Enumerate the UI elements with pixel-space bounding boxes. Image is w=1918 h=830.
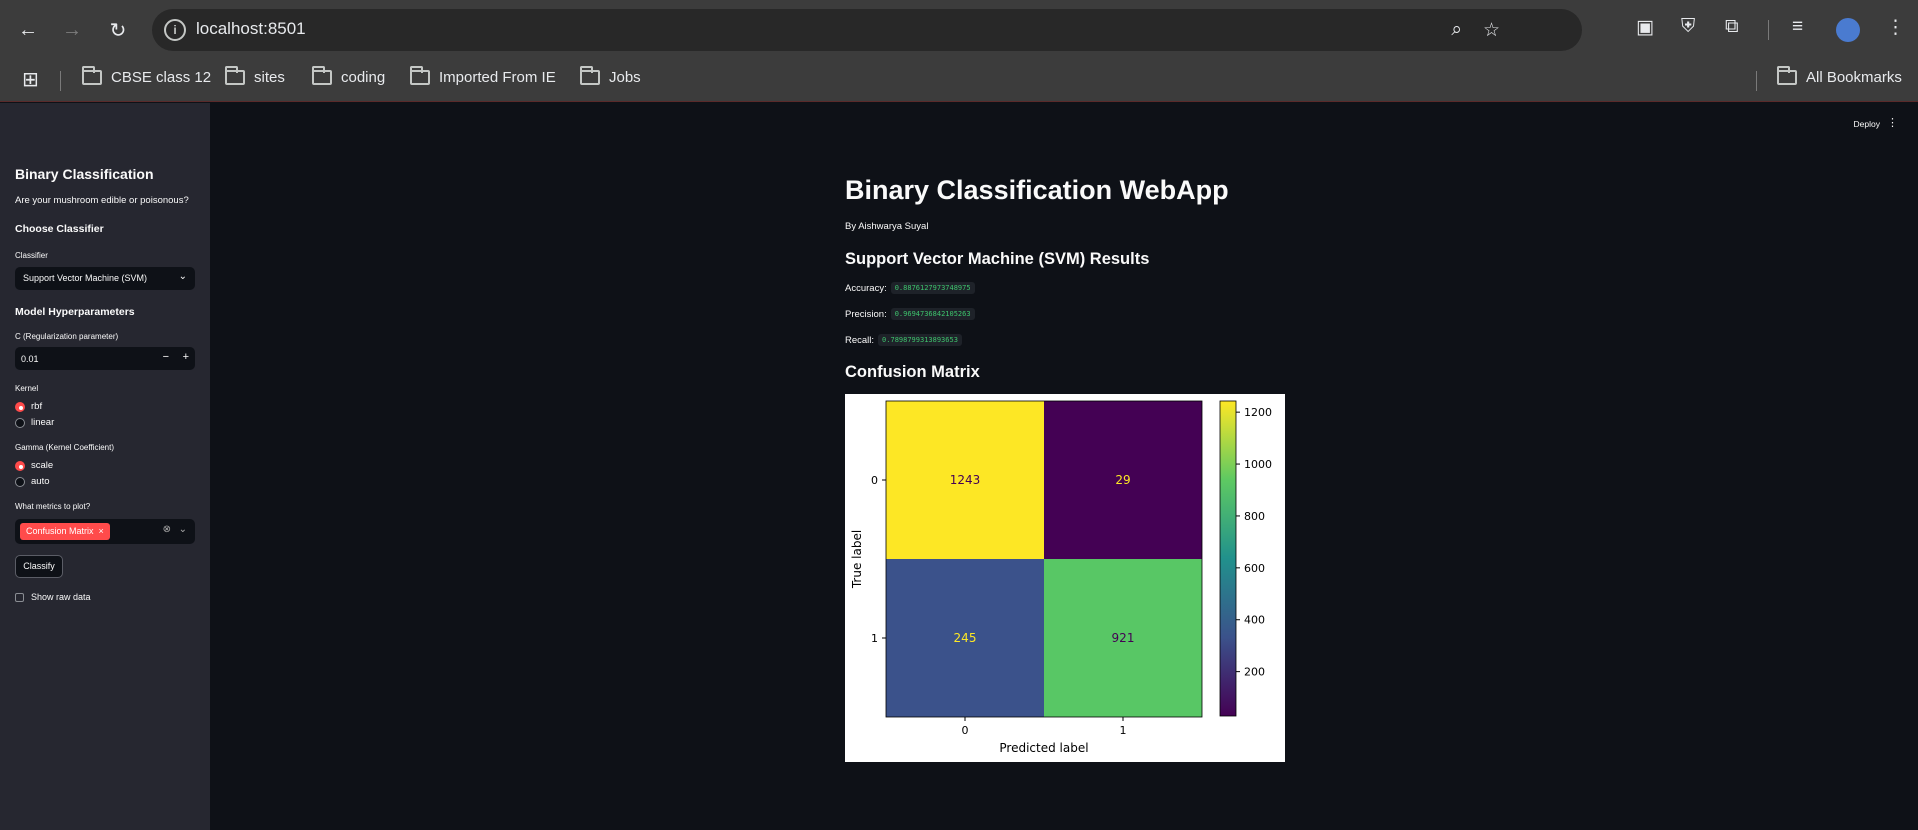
- bookmark-sites[interactable]: sites: [225, 66, 285, 86]
- results-heading: Support Vector Machine (SVM) Results: [845, 250, 1150, 268]
- classify-button[interactable]: Classify: [15, 555, 63, 578]
- bookmark-coding[interactable]: coding: [312, 66, 385, 86]
- radio-selected-icon: [15, 401, 25, 412]
- extensions-icon[interactable]: ⧉: [1725, 16, 1739, 38]
- star-icon[interactable]: ☆: [1483, 19, 1500, 42]
- chevron-down-icon[interactable]: ⌄: [179, 524, 187, 535]
- page-title: Binary Classification WebApp: [845, 175, 1229, 205]
- reload-icon[interactable]: ↻: [102, 14, 134, 46]
- radio-icon: [15, 476, 25, 487]
- forward-icon[interactable]: →: [56, 14, 88, 46]
- site-info-icon[interactable]: i: [164, 19, 186, 41]
- kebab-icon[interactable]: ⋮: [1887, 116, 1898, 129]
- hyperparameters-heading: Model Hyperparameters: [15, 306, 135, 318]
- menu-icon[interactable]: ⋮: [1886, 16, 1905, 39]
- bookmark-jobs[interactable]: Jobs: [580, 66, 641, 86]
- colorbar: [1219, 400, 1237, 717]
- radio-selected-icon: [15, 460, 25, 471]
- classifier-label: Classifier: [15, 251, 48, 260]
- url-text: localhost:8501: [196, 19, 306, 38]
- bookmarks-divider: [1756, 71, 1757, 91]
- confusion-matrix-heading: Confusion Matrix: [845, 363, 980, 381]
- kernel-option-linear[interactable]: linear: [15, 417, 54, 428]
- cm-value-label: 921: [1112, 631, 1135, 645]
- cast-icon[interactable]: ▣: [1636, 16, 1654, 39]
- colorbar-tick-label: 800: [1244, 510, 1265, 523]
- all-bookmarks[interactable]: All Bookmarks: [1777, 66, 1902, 86]
- y-axis-label: True label: [850, 530, 864, 589]
- radio-icon: [15, 417, 25, 428]
- gamma-option-scale[interactable]: scale: [15, 460, 53, 471]
- y-tick-label: 1: [871, 632, 878, 645]
- author-text: By Aishwarya Suyal: [845, 221, 929, 232]
- sidebar: Binary Classification Are your mushroom …: [0, 103, 210, 830]
- sidebar-title: Binary Classification: [15, 166, 154, 182]
- decrement-button[interactable]: −: [163, 351, 169, 363]
- accuracy-value: 0.8876127973748975: [890, 282, 975, 294]
- y-tick-label: 0: [871, 474, 878, 487]
- close-icon[interactable]: ×: [99, 523, 104, 540]
- shield-icon[interactable]: ⛨: [1681, 16, 1695, 38]
- folder-icon: [410, 66, 430, 85]
- checkbox-icon: [15, 592, 24, 602]
- precision-row: Precision: 0.9694736842105263: [845, 308, 975, 320]
- confusion-matrix-chart: 1243 29 245 921 200 400 600 800 1000 1200 0 1 0 1 Pr…: [850, 400, 1272, 755]
- media-icon[interactable]: ≡: [1792, 16, 1803, 38]
- apps-icon[interactable]: ⊞: [22, 67, 39, 92]
- chevron-down-icon: ⌄: [178, 271, 187, 282]
- metric-tag-confusion-matrix[interactable]: Confusion Matrix ×: [20, 523, 110, 540]
- colorbar-tick-label: 600: [1244, 562, 1265, 575]
- classifier-select[interactable]: Support Vector Machine (SVM) ⌄: [15, 267, 195, 290]
- avatar[interactable]: [1836, 18, 1860, 42]
- precision-value: 0.9694736842105263: [890, 308, 975, 320]
- zoom-icon[interactable]: ⌕: [1451, 19, 1462, 41]
- metrics-multiselect[interactable]: Confusion Matrix × ⊗ ⌄: [15, 519, 195, 544]
- sidebar-subtitle: Are your mushroom edible or poisonous?: [15, 195, 189, 206]
- x-axis-label: Predicted label: [999, 741, 1088, 755]
- metrics-label: What metrics to plot?: [15, 502, 91, 511]
- kernel-label: Kernel: [15, 384, 39, 393]
- browser-toolbar: ← → ↻ i localhost:8501 ⌕ ☆ ▣ ⛨ ⧉ ≡ ⋮: [0, 0, 1918, 59]
- choose-classifier-heading: Choose Classifier: [15, 223, 104, 235]
- colorbar-tick-label: 1200: [1244, 406, 1272, 419]
- folder-icon: [1777, 66, 1797, 85]
- address-bar[interactable]: i localhost:8501 ⌕ ☆: [152, 9, 1582, 51]
- clear-icon[interactable]: ⊗: [163, 524, 171, 535]
- x-tick-label: 1: [1120, 724, 1127, 737]
- deploy-button[interactable]: Deploy: [1854, 119, 1880, 129]
- gamma-label: Gamma (Kernel Coefficient): [15, 443, 114, 452]
- x-tick-label: 0: [962, 724, 969, 737]
- bookmarks-divider: [60, 71, 61, 91]
- show-raw-data-checkbox[interactable]: Show raw data: [15, 592, 91, 602]
- kernel-option-rbf[interactable]: rbf: [15, 401, 42, 412]
- folder-icon: [312, 66, 332, 85]
- cm-value-label: 1243: [950, 473, 981, 487]
- gamma-option-auto[interactable]: auto: [15, 476, 50, 487]
- bookmark-imported[interactable]: Imported From IE: [410, 66, 556, 86]
- bookmarks-bar: ⊞ CBSE class 12 sites coding Imported Fr…: [0, 59, 1918, 102]
- toolbar-divider: [1768, 20, 1769, 40]
- cm-value-label: 29: [1115, 473, 1130, 487]
- increment-button[interactable]: +: [183, 351, 189, 363]
- main-content: Deploy ⋮ Binary Classification WebApp By…: [210, 103, 1918, 830]
- colorbar-tick-label: 400: [1244, 614, 1265, 627]
- folder-icon: [580, 66, 600, 85]
- bookmark-cbse[interactable]: CBSE class 12: [82, 66, 211, 86]
- colorbar-tick-label: 200: [1244, 666, 1265, 679]
- recall-row: Recall: 0.7898799313893653: [845, 334, 962, 346]
- colorbar-tick-label: 1000: [1244, 458, 1272, 471]
- folder-icon: [225, 66, 245, 85]
- back-icon[interactable]: ←: [12, 14, 44, 46]
- folder-icon: [82, 66, 102, 85]
- c-label: C (Regularization parameter): [15, 332, 119, 341]
- cm-value-label: 245: [954, 631, 977, 645]
- c-input[interactable]: 0.01 − +: [15, 347, 195, 370]
- confusion-matrix-plot: 1243 29 245 921 200 400 600 800 1000 1200 0 1 0 1 Pr…: [845, 394, 1285, 762]
- recall-value: 0.7898799313893653: [878, 334, 962, 346]
- accuracy-row: Accuracy: 0.8876127973748975: [845, 282, 975, 294]
